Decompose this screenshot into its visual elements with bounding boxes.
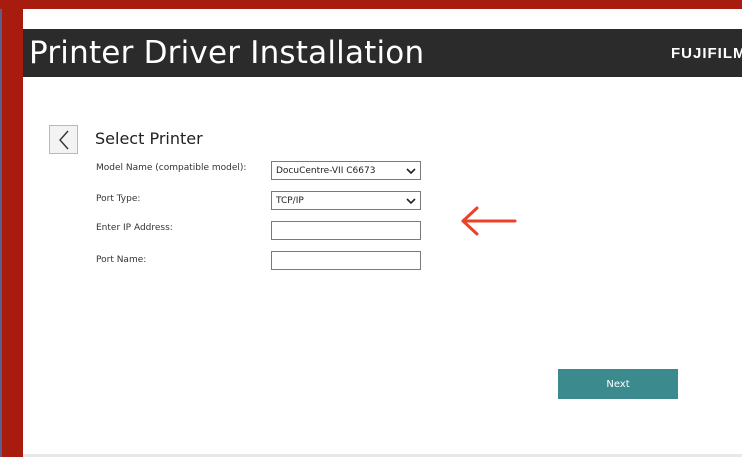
page-title: Select Printer — [95, 129, 203, 148]
chevron-down-icon — [406, 168, 416, 175]
chevron-left-icon — [58, 130, 69, 149]
frame-left-border — [0, 0, 23, 457]
frame-top-border — [0, 0, 742, 9]
ip-address-input[interactable] — [271, 221, 421, 240]
window-title: Printer Driver Installation — [29, 35, 425, 71]
next-button[interactable]: Next — [558, 369, 678, 399]
back-button[interactable] — [49, 125, 78, 154]
frame-left-accent — [0, 9, 2, 457]
title-bar: Printer Driver Installation FUJIFILM — [23, 29, 742, 77]
model-name-label: Model Name (compatible model): — [96, 163, 247, 173]
port-name-input[interactable] — [271, 251, 421, 270]
ip-address-label: Enter IP Address: — [96, 223, 173, 233]
left-arrow-icon — [461, 206, 517, 236]
installer-window: Printer Driver Installation FUJIFILM Sel… — [23, 9, 742, 454]
brand-logo: FUJIFILM — [671, 45, 742, 62]
port-type-value: TCP/IP — [276, 195, 304, 206]
model-name-value: DocuCentre-VII C6673 — [276, 165, 376, 176]
port-type-label: Port Type: — [96, 194, 141, 204]
port-type-select[interactable]: TCP/IP — [271, 191, 421, 210]
chevron-down-icon — [406, 198, 416, 205]
model-name-select[interactable]: DocuCentre-VII C6673 — [271, 161, 421, 180]
window-top-strip — [23, 9, 742, 29]
port-name-label: Port Name: — [96, 255, 147, 265]
